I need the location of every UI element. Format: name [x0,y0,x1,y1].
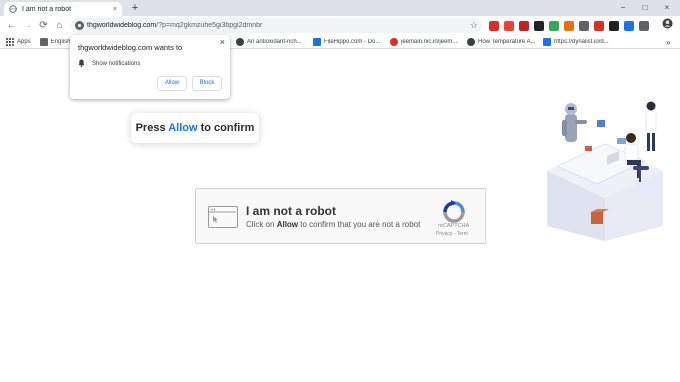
block-button[interactable]: Block [192,76,222,91]
recaptcha-links: Privacy - Term [436,231,468,237]
jeemain-icon [390,38,398,46]
browser-toolbar: ← → ⟳ ⌂ thgworldwideblog.com/?p=mq2gkmzu… [0,16,680,35]
bookmark-label: An antioxidant-rich... [247,39,302,45]
sub-bold: Allow [276,220,299,229]
bell-icon [78,59,85,69]
bookmark-temperature[interactable]: How Temperature A... [467,37,536,47]
globe-icon [9,5,17,13]
filehippo-icon [313,38,321,46]
url-host: thgworldwideblog.com [87,22,157,29]
extension-icon[interactable] [609,21,619,31]
bookmark-favicon-icon [40,38,48,46]
extension-icon[interactable] [534,21,544,31]
extension-icon[interactable] [519,21,529,31]
bookmark-filehippo[interactable]: FileHippo.com - Do... [313,37,380,47]
extension-icon[interactable] [489,21,499,31]
globe-icon [236,38,244,46]
new-tab-button[interactable]: + [128,1,142,15]
reload-button[interactable]: ⟳ [36,18,51,33]
bookmark-label: English [50,39,70,45]
home-button[interactable]: ⌂ [52,18,67,33]
window-close-button[interactable]: × [656,0,678,16]
bookmark-jeemain[interactable]: jeemain.nic.in/jeem... [390,37,457,47]
popup-site-text: thgworldwideblog.com wants to [78,43,183,52]
back-button[interactable]: ← [4,18,19,33]
tab-active[interactable]: I am not a robot × [4,2,122,16]
terms-link[interactable]: Term [457,231,468,237]
permission-row: Show notifications [78,59,222,69]
bookmark-apps[interactable]: Apps [6,37,31,47]
extension-icon[interactable] [564,21,574,31]
press-prefix: Press [135,122,169,134]
bookmark-label: FileHippo.com - Do... [324,39,381,45]
privacy-link[interactable]: Privacy [436,231,452,237]
robot-heading: I am not a robot [246,204,336,218]
extension-icon[interactable] [639,21,649,31]
sub-suffix: to confirm that you are not a robot [298,220,421,229]
bookmark-label: jeemain.nic.in/jeem... [401,39,458,45]
office-robot-illustration [547,101,663,241]
browser-window-icon [208,206,238,228]
tab-close-icon[interactable]: × [113,6,117,13]
site-info-icon[interactable] [75,21,84,30]
bookmark-english[interactable]: English [40,37,70,47]
extension-icon[interactable] [504,21,514,31]
maximize-button[interactable]: □ [634,0,656,16]
press-suffix: to confirm [197,122,255,134]
tab-title: I am not a robot [22,5,72,13]
url-path: /?p=mq2gkmzuhe5gi3bpgi2dmnbr [156,22,263,29]
dynalist-icon [543,38,551,46]
extension-icon[interactable] [594,21,604,31]
address-bar[interactable]: thgworldwideblog.com/?p=mq2gkmzuhe5gi3bp… [71,18,482,33]
bookmark-antioxidant[interactable]: An antioxidant-rich... [236,37,302,47]
apps-grid-icon [6,38,14,46]
press-allow-banner: Press Allow to confirm [131,113,259,143]
robot-check-box: I am not a robot Click on Allow to confi… [195,188,486,244]
press-highlight: Allow [168,122,198,134]
notification-permission-popup: × thgworldwideblog.com wants to Show not… [70,35,230,99]
bookmarks-overflow-button[interactable]: » [666,37,670,47]
forward-button[interactable]: → [20,18,35,33]
extension-icon[interactable] [624,21,634,31]
bookmark-dynalist[interactable]: https://dynalist.io/d... [543,37,609,47]
permission-label: Show notifications [92,61,141,67]
bookmark-star-icon[interactable]: ☆ [470,20,478,31]
bookmark-label: https://dynalist.io/d... [554,39,609,45]
allow-button[interactable]: Allow [157,76,187,91]
tab-strip: I am not a robot × + − □ × [0,0,680,16]
popup-close-icon[interactable]: × [220,37,225,47]
sub-prefix: Click on [246,220,277,229]
extension-icon[interactable] [579,21,589,31]
bookmark-label: How Temperature A... [478,39,536,45]
globe-icon [467,38,475,46]
url-text: thgworldwideblog.com/?p=mq2gkmzuhe5gi3bp… [87,22,470,29]
recaptcha-label: reCAPTCHA [438,223,470,229]
robot-subtext: Click on Allow to confirm that you are n… [246,220,420,229]
minimize-button[interactable]: − [612,0,634,16]
extension-icon[interactable] [549,21,559,31]
bookmark-label: Apps [17,39,31,45]
profile-avatar[interactable] [660,18,675,33]
